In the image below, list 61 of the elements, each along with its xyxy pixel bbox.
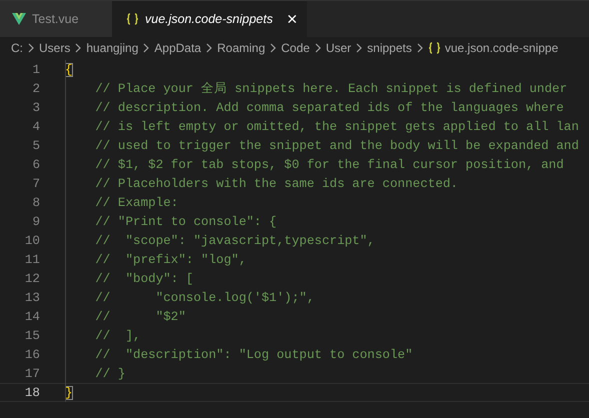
line-number: 18 xyxy=(24,386,40,400)
breadcrumb-item[interactable]: AppData xyxy=(154,41,202,55)
line-number: 16 xyxy=(24,348,40,362)
braces-icon xyxy=(126,13,139,25)
tab-title: vue.json.code-snippets xyxy=(145,12,273,26)
editor-tab[interactable]: vue.json.code-snippets × xyxy=(112,1,308,37)
line-number: 12 xyxy=(24,272,40,286)
chevron-right-icon xyxy=(27,43,35,53)
code-text: // description. Add comma separated ids of the languages where xyxy=(94,100,564,114)
code-text: // $1, $2 for tab stops, $0 for the final cursor position, and xyxy=(94,158,564,172)
line-number: 6 xyxy=(31,158,40,172)
code-text: // "Print to console": { xyxy=(94,214,277,228)
line-number: 10 xyxy=(24,234,40,248)
code-text: // used to trigger the snippet and the body will be expanded and xyxy=(94,138,579,152)
code-text: // Example: xyxy=(94,196,178,210)
code-text: // "$2" xyxy=(94,310,186,324)
breadcrumb-item[interactable]: huangjing xyxy=(86,41,138,55)
line-number: 7 xyxy=(31,176,40,190)
chevron-right-icon xyxy=(142,43,150,53)
vue-logo-icon xyxy=(12,13,26,25)
line-number: 13 xyxy=(24,290,40,304)
chevron-right-icon xyxy=(314,43,322,53)
line-number: 2 xyxy=(31,82,40,96)
line-number: 9 xyxy=(31,214,40,228)
breadcrumb-item[interactable]: vue.json.code-snippe xyxy=(444,41,558,55)
breadcrumb-item[interactable]: C: xyxy=(11,41,23,55)
breadcrumb-item[interactable]: Roaming xyxy=(217,41,266,55)
code-text: // "scope": "javascript,typescript", xyxy=(94,234,375,248)
breadcrumb-item[interactable]: Users xyxy=(39,41,70,55)
breadcrumb-item[interactable]: User xyxy=(326,41,352,55)
code-text: // "description": "Log output to console" xyxy=(94,348,413,362)
breadcrumb-item[interactable]: Code xyxy=(281,41,310,55)
code-text: // ], xyxy=(94,328,141,342)
code-text: { xyxy=(65,62,73,76)
code-text: } xyxy=(65,386,73,400)
code-text: // Placeholders with the same ids are connected. xyxy=(94,176,458,190)
line-number: 17 xyxy=(24,366,40,380)
braces-icon xyxy=(428,42,441,54)
line-number: 4 xyxy=(31,120,40,134)
line-number: 11 xyxy=(24,252,40,266)
chevron-right-icon xyxy=(355,43,364,53)
code-text: // "console.log('$1');", xyxy=(94,290,314,304)
editor-tab[interactable]: Test.vue xyxy=(0,1,112,37)
line-number: 15 xyxy=(24,328,40,342)
chevron-right-icon xyxy=(74,43,82,53)
chevron-right-icon xyxy=(269,43,278,53)
code-text: // } xyxy=(94,366,126,380)
code-text: // Place your 全局 snippets here. Each snippet is defined under xyxy=(94,81,568,97)
breadcrumb-item[interactable]: snippets xyxy=(367,41,412,55)
line-number: 3 xyxy=(31,100,40,114)
chevron-right-icon xyxy=(416,43,424,53)
line-number: 14 xyxy=(24,310,40,324)
code-text: // "prefix": "log", xyxy=(94,252,246,266)
tab-title: Test.vue xyxy=(32,12,79,26)
close-icon[interactable]: × xyxy=(284,10,300,28)
line-number: 5 xyxy=(31,138,40,152)
code-text: // is left empty or omitted, the snippet gets applied to all lan xyxy=(94,120,579,134)
line-number: 1 xyxy=(31,62,40,76)
chevron-right-icon xyxy=(205,43,214,53)
line-number: 8 xyxy=(31,196,40,210)
code-text: // "body": [ xyxy=(94,272,194,286)
